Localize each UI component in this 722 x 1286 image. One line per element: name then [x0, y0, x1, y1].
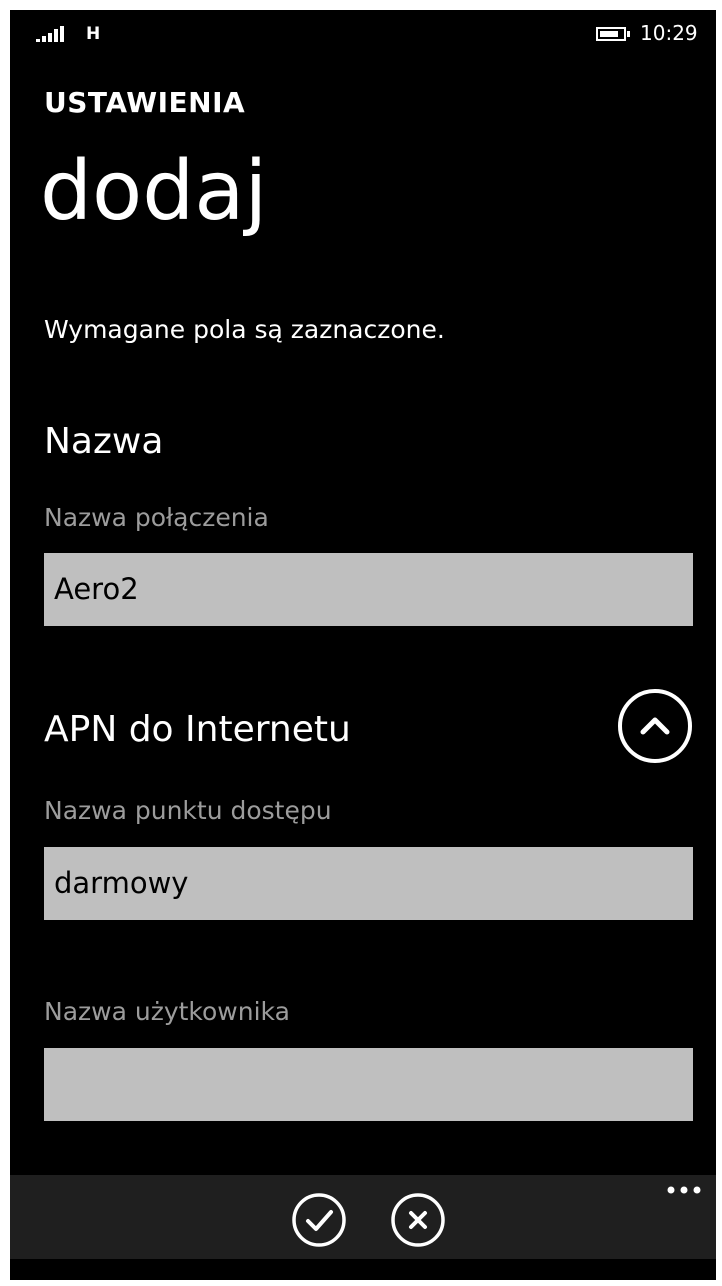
required-fields-note: Wymagane pola są zaznaczone. [44, 315, 445, 344]
connection-name-field[interactable]: Aero2 [44, 553, 693, 626]
access-point-label: Nazwa punktu dostępu [44, 796, 332, 825]
section-heading-name: Nazwa [44, 421, 164, 462]
network-type: H [86, 24, 101, 44]
clock: 10:29 [640, 21, 698, 45]
phone-screen: H 10:29 USTAWIENIA dodaj Wymagane pola s… [10, 10, 716, 1280]
collapse-section-button[interactable] [617, 688, 693, 764]
connection-name-label: Nazwa połączenia [44, 503, 269, 532]
access-point-field[interactable]: darmowy [44, 847, 693, 920]
page-title: dodaj [40, 144, 268, 239]
chevron-up-icon [640, 717, 670, 735]
close-icon [409, 1211, 427, 1229]
username-label: Nazwa użytkownika [44, 997, 290, 1026]
access-point-value: darmowy [54, 866, 189, 900]
section-heading-apn: APN do Internetu [44, 709, 351, 750]
app-title: USTAWIENIA [44, 86, 246, 119]
signal-strength-icon [36, 26, 64, 42]
connection-name-value: Aero2 [54, 572, 139, 606]
app-bar [10, 1175, 716, 1259]
cancel-button[interactable] [390, 1192, 446, 1248]
battery-icon [596, 27, 630, 41]
more-dots-icon[interactable] [666, 1183, 702, 1197]
username-field[interactable] [44, 1048, 693, 1121]
status-bar: H 10:29 [10, 10, 716, 56]
check-icon [306, 1210, 333, 1231]
save-button[interactable] [291, 1192, 347, 1248]
